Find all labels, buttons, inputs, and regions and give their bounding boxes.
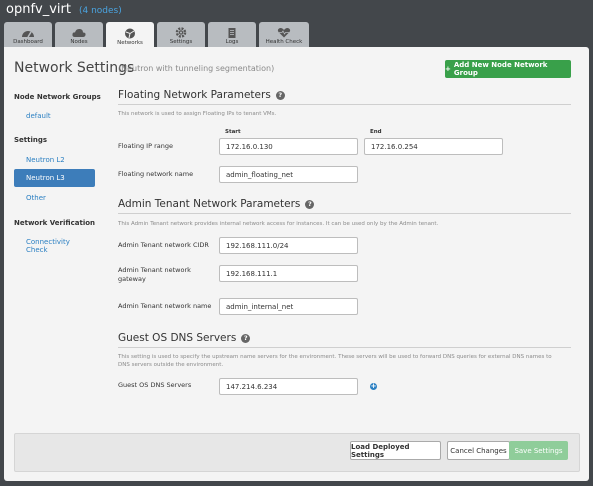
floating-section-title: Floating Network Parameters ? <box>118 89 285 101</box>
sidebar-item-default[interactable]: default <box>26 112 51 120</box>
settings-heading: Settings <box>14 136 48 144</box>
link-line: Connectivity <box>26 238 70 246</box>
dns-section-title: Guest OS DNS Servers ? <box>118 332 251 344</box>
admin-tenant-cidr-label: Admin Tenant network CIDR <box>118 241 209 249</box>
tab-logs[interactable]: Logs <box>208 22 256 47</box>
help-icon[interactable]: ? <box>305 199 315 209</box>
tab-dashboard[interactable]: Dashboard <box>4 22 52 47</box>
page-subtitle: (Neutron with tunneling segmentation) <box>118 64 275 73</box>
help-icon[interactable]: ? <box>275 90 285 100</box>
page-title: Network Settings <box>14 60 135 76</box>
start-column-label: Start <box>225 129 241 135</box>
sidebar-item-other[interactable]: Other <box>26 194 46 202</box>
tab-label: Networks <box>117 40 143 46</box>
admin-tenant-section-title: Admin Tenant Network Parameters ? <box>118 198 315 210</box>
section-divider <box>118 104 571 105</box>
button-label: Add New Node Network Group <box>453 61 548 77</box>
floating-ip-start-input[interactable]: 172.16.0.130 <box>219 138 358 155</box>
admin-tenant-name-label: Admin Tenant network name <box>118 302 212 310</box>
heart-icon <box>277 28 291 38</box>
section-divider <box>118 347 571 348</box>
dashboard-icon <box>22 31 34 38</box>
tab-networks[interactable]: Networks <box>106 22 154 48</box>
description-line: DNS servers outside the environment. <box>118 362 224 368</box>
floating-network-name-label: Floating network name <box>118 170 194 178</box>
tab-label: Dashboard <box>13 39 43 45</box>
add-node-network-group-button[interactable]: + Add New Node Network Group <box>445 60 571 78</box>
tab-label: Nodes <box>70 39 88 45</box>
tab-label: Health Check <box>265 39 303 45</box>
tab-label: Settings <box>169 39 193 45</box>
label-line: gateway <box>118 275 146 283</box>
tab-settings[interactable]: Settings <box>157 22 205 47</box>
network-icon <box>125 28 135 39</box>
cancel-changes-button[interactable]: Cancel Changes <box>447 441 510 460</box>
network-settings-panel: Network Settings (Neutron with tunneling… <box>4 47 589 481</box>
section-title-text: Admin Tenant Network Parameters <box>118 198 301 210</box>
section-divider <box>118 213 571 214</box>
help-icon[interactable]: ? <box>241 333 251 343</box>
tab-nodes[interactable]: Nodes <box>55 22 103 47</box>
node-count[interactable]: (4 nodes) <box>79 6 122 16</box>
sidebar-item-neutron-l2[interactable]: Neutron L2 <box>26 156 65 164</box>
plus-icon: + <box>445 65 451 73</box>
section-title-text: Guest OS DNS Servers <box>118 332 237 344</box>
admin-tenant-gateway-input[interactable]: 192.168.111.1 <box>219 265 358 282</box>
tab-label: Logs <box>225 39 239 45</box>
network-verification-heading: Network Verification <box>14 219 96 227</box>
floating-network-name-input[interactable]: admin_floating_net <box>219 166 358 183</box>
label-line: Admin Tenant network <box>118 266 191 274</box>
dns-description: This setting is used to specify the upst… <box>118 353 573 369</box>
main-tabs: Dashboard Nodes Networks Settings Logs H… <box>4 22 309 48</box>
floating-ip-end-input[interactable]: 172.16.0.254 <box>364 138 503 155</box>
admin-tenant-gateway-label: Admin Tenant network gateway <box>118 266 191 284</box>
gear-icon <box>175 27 187 38</box>
floating-description: This network is used to assign Floating … <box>118 111 277 117</box>
load-deployed-settings-button[interactable]: Load Deployed Settings <box>350 441 441 460</box>
cloud-icon <box>72 28 86 37</box>
save-settings-button[interactable]: Save Settings <box>509 441 568 460</box>
add-dns-server-icon[interactable]: + <box>370 383 377 390</box>
admin-tenant-cidr-input[interactable]: 192.168.111.0/24 <box>219 237 358 254</box>
end-column-label: End <box>370 129 382 135</box>
dns-server-input[interactable]: 147.214.6.234 <box>219 378 358 395</box>
admin-tenant-name-input[interactable]: admin_internal_net <box>219 298 358 315</box>
description-line: This setting is used to specify the upst… <box>118 354 552 360</box>
link-line: Check <box>26 246 48 254</box>
tab-health-check[interactable]: Health Check <box>259 22 309 47</box>
admin-tenant-description: This Admin Tenant network provides inter… <box>118 221 439 227</box>
sidebar-item-connectivity-check[interactable]: Connectivity Check <box>26 238 70 254</box>
clipboard-icon <box>228 28 236 38</box>
node-network-groups-heading: Node Network Groups <box>14 93 101 101</box>
environment-title: opnfv_virt (4 nodes) <box>6 2 122 20</box>
dns-servers-label: Guest OS DNS Servers <box>118 381 192 389</box>
floating-ip-range-label: Floating IP range <box>118 142 173 150</box>
section-title-text: Floating Network Parameters <box>118 89 271 101</box>
environment-name: opnfv_virt <box>6 2 71 17</box>
sidebar-item-neutron-l3[interactable]: Neutron L3 <box>14 169 95 187</box>
